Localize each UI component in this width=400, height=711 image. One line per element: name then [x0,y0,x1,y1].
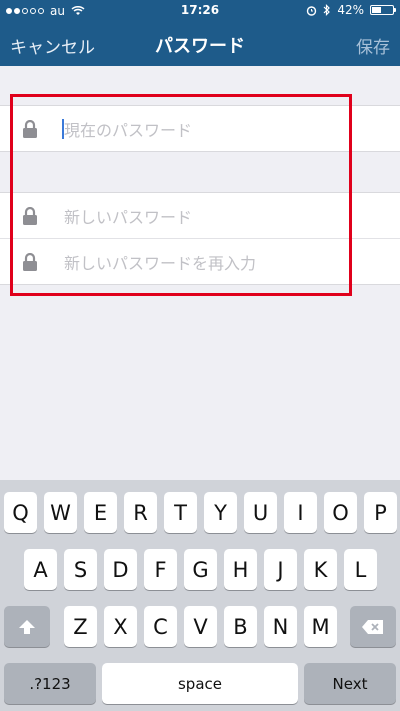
key-t[interactable]: T [164,492,197,533]
key-c[interactable]: C [144,606,177,647]
next-key[interactable]: Next [304,663,396,704]
battery-percentage: 42% [337,3,364,17]
key-w[interactable]: W [44,492,77,533]
key-m[interactable]: M [304,606,337,647]
key-i[interactable]: I [284,492,317,533]
alarm-icon [307,5,317,16]
key-e[interactable]: E [84,492,117,533]
backspace-icon [362,619,383,634]
key-a[interactable]: A [24,549,57,590]
key-k[interactable]: K [304,549,337,590]
status-bar: au 17:26 42% [0,0,400,22]
battery-icon [370,5,396,15]
key-v[interactable]: V [184,606,217,647]
space-key[interactable]: space [102,663,298,704]
key-q[interactable]: Q [4,492,37,533]
key-f[interactable]: F [144,549,177,590]
key-z[interactable]: Z [64,606,97,647]
key-p[interactable]: P [364,492,397,533]
key-s[interactable]: S [64,549,97,590]
numbers-key[interactable]: .?123 [4,663,96,704]
key-h[interactable]: H [224,549,257,590]
delete-key[interactable] [350,606,396,647]
highlight-box [10,94,352,296]
keyboard: Q W E R T Y U I O P A S D F G H J K L Z … [0,480,400,711]
key-r[interactable]: R [124,492,157,533]
key-b[interactable]: B [224,606,257,647]
key-l[interactable]: L [344,549,377,590]
key-d[interactable]: D [104,549,137,590]
page-title: パスワード [155,36,245,57]
key-o[interactable]: O [324,492,357,533]
key-y[interactable]: Y [204,492,237,533]
key-u[interactable]: U [244,492,277,533]
key-x[interactable]: X [104,606,137,647]
key-n[interactable]: N [264,606,297,647]
nav-bar: キャンセル パスワード 保存 [0,22,400,66]
shift-icon [19,619,35,634]
key-j[interactable]: J [264,549,297,590]
key-g[interactable]: G [184,549,217,590]
bluetooth-icon [323,4,331,16]
status-right: 42% [306,3,396,17]
save-button[interactable]: 保存 [356,33,390,58]
shift-key[interactable] [4,606,50,647]
